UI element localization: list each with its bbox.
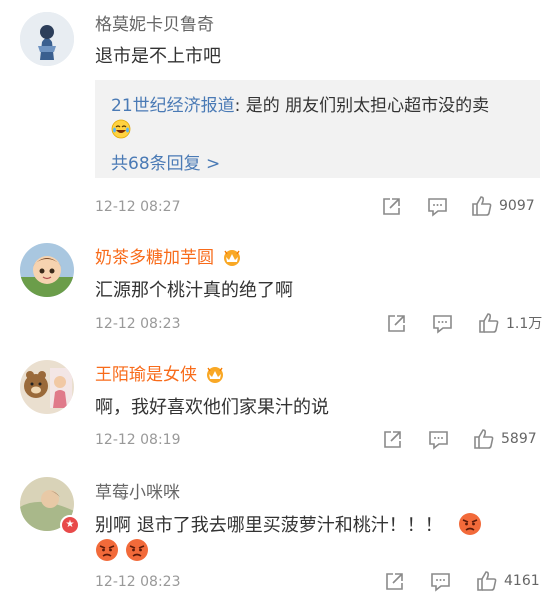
like-button[interactable]: 4161: [476, 570, 540, 592]
angry-face-emoji: [125, 538, 149, 566]
thumbs-up-icon: [477, 571, 497, 591]
comment-button[interactable]: [430, 572, 451, 592]
comment-text: 别啊 退市了我去哪里买菠萝汁和桃汁！！！: [95, 511, 482, 541]
angry-face-emoji: [458, 512, 482, 541]
username[interactable]: 草莓小咪咪: [95, 478, 180, 503]
comment-icon: [431, 573, 450, 592]
angry-face-emoji: [95, 538, 119, 566]
share-icon: [386, 573, 403, 590]
like-count: 4161: [504, 573, 540, 589]
emoji-row: [95, 538, 149, 566]
comment-text-body: 别啊 退市了我去哪里买菠萝汁和桃汁！！！: [95, 515, 443, 536]
comment-item: ★ 草莓小咪咪 别啊 退市了我去哪里买菠萝汁和桃汁！！！ 12-12 08:23…: [0, 0, 560, 600]
share-button[interactable]: [384, 571, 405, 592]
timestamp: 12-12 08:23: [95, 574, 181, 590]
verified-badge-icon: ★: [60, 515, 80, 535]
